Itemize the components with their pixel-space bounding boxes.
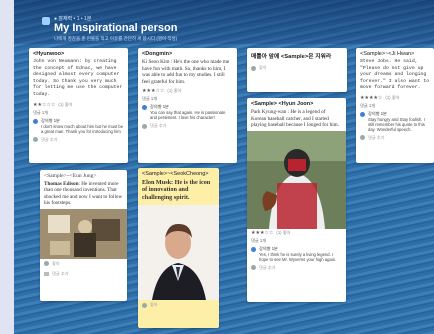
edison-photo — [40, 208, 127, 259]
avatar — [33, 118, 38, 124]
avatar — [142, 105, 147, 111]
add-comment-link[interactable]: 댓글 추가 — [150, 123, 167, 129]
comment-text: You can say that again. He is passionate… — [150, 110, 226, 121]
comment-text: Yes, I think he is surely a living legen… — [259, 251, 337, 262]
post-card-notice[interactable]: 매틀아 앞에 <Sample>은 지워라 좋아 — [247, 48, 347, 92]
like-button[interactable]: 좋아 — [150, 302, 158, 308]
like-button[interactable]: 좋아 — [259, 65, 267, 71]
baseball-catcher-photo — [247, 130, 346, 229]
post-subject: Thomas Edison — [44, 181, 79, 187]
add-comment-link[interactable]: 댓글 추가 — [259, 265, 276, 271]
comment: 강의향 1분 Stay hungry and Stay foolish. I s… — [356, 110, 434, 133]
like-button[interactable]: 좋아 — [52, 261, 60, 267]
comment-icon — [44, 271, 49, 276]
post-author: <Sample> <Hyun Joon> — [251, 101, 314, 107]
post-author: 매틀아 앞에 <Sample>은 지워라 — [251, 54, 332, 60]
comment-count: 댓글 1개 — [142, 96, 158, 102]
post-body: John von Neumann: by creating the concep… — [33, 59, 123, 97]
user-icon — [251, 265, 256, 271]
post-card-seokcheong[interactable]: <Sample>~<SeokCheong> Elon Musk: He is t… — [138, 168, 219, 328]
like-count[interactable]: (1) 좋아 — [167, 88, 181, 94]
padlet-board: ● 잠재력 • 1 • 1분 My Inspirational person 나… — [14, 0, 434, 334]
post-author: <Sample>~<Eun Jung> — [44, 173, 97, 179]
rating-stars[interactable]: ★★★☆☆ — [251, 230, 273, 236]
rating-stars[interactable]: ★★☆☆☆ — [33, 102, 55, 108]
post-card-hyunwoo[interactable]: <Hyunwoo> John von Neumann: by creating … — [29, 48, 128, 163]
post-author: <Sample>~<Ji Hwan> — [360, 51, 415, 57]
comment-text: I don't know much about him but he must … — [41, 123, 124, 134]
post-body: Steve Jobs. He said, "Please do not give… — [360, 59, 430, 91]
post-card-dongmin[interactable]: <Dongmin> Ki Seon Kim : He's the one who… — [138, 48, 237, 163]
like-count[interactable]: (1) 좋아 — [276, 230, 290, 236]
add-comment-link[interactable]: 댓글 추가 — [52, 271, 69, 277]
like-count[interactable]: (1) 좋아 — [58, 102, 72, 108]
post-author: <Dongmin> — [142, 51, 173, 57]
user-icon — [44, 261, 49, 267]
rating-stars[interactable]: ★★★☆☆ — [142, 88, 164, 94]
add-comment-link[interactable]: 댓글 추가 — [368, 135, 385, 141]
page-subtitle: 나에게 영감을 준 인물을 적고 이유를 간단히 써 봅시다 (영어 작성) — [54, 36, 178, 41]
page-title: My Inspirational person — [54, 22, 178, 34]
board-header: ● 잠재력 • 1 • 1분 My Inspirational person 나… — [14, 0, 434, 44]
like-count[interactable]: (1) 좋아 — [385, 95, 399, 101]
rating-stars[interactable]: ★★★★☆ — [360, 95, 382, 101]
comment: 강의향 1분 I don't know much about him but h… — [29, 117, 128, 135]
elon-musk-photo — [138, 205, 219, 301]
post-card-jihwan[interactable]: <Sample>~<Ji Hwan> Steve Jobs. He said, … — [356, 48, 434, 163]
comment-count: 댓글 1개 — [360, 102, 376, 108]
comment-count: 댓글 1개 — [33, 109, 49, 115]
board-crumb: ● 잠재력 • 1 • 1분 — [54, 16, 92, 22]
avatar — [360, 111, 365, 117]
comment: 강의향 1분 You can say that again. He is pas… — [138, 103, 237, 121]
add-comment-link[interactable]: 댓글 추가 — [41, 137, 58, 143]
comment-count: 댓글 1개 — [251, 237, 267, 243]
post-body: Elon Musk: He is the icon of innovation … — [142, 179, 211, 201]
user-icon — [360, 135, 365, 141]
board-logo-icon — [42, 17, 50, 25]
post-author: <Sample>~<SeokCheong> — [142, 171, 209, 177]
user-icon — [33, 137, 38, 143]
comment: 강의향 1분 Yes, I think he is surely a livin… — [247, 245, 346, 263]
user-icon — [142, 302, 147, 308]
post-card-hyunjoon[interactable]: <Sample> <Hyun Joon> Park Kyung-wan : He… — [247, 98, 346, 302]
user-icon — [251, 65, 256, 71]
post-card-eunjung[interactable]: <Sample>~<Eun Jung> Thomas Edison: He in… — [40, 170, 127, 301]
user-icon — [142, 123, 147, 129]
post-author: <Hyunwoo> — [33, 51, 65, 57]
avatar — [251, 246, 256, 252]
post-body: Ki Seon Kim : He's the one who made me h… — [142, 59, 230, 85]
post-body: Park Kyung-wan : He is a legend of Korea… — [251, 109, 340, 129]
comment-text: Stay hungry and Stay foolish. I still re… — [368, 116, 425, 132]
